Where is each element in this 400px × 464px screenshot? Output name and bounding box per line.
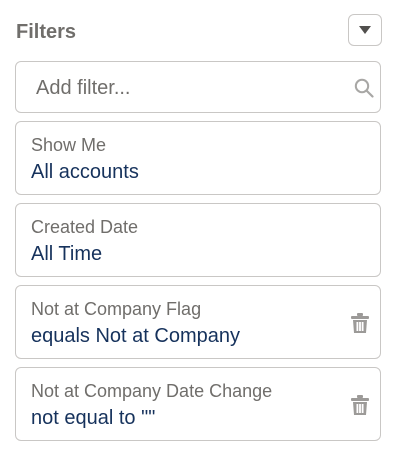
chevron-down-icon [359, 26, 371, 34]
filter-not-at-company-date-change[interactable]: Not at Company Date Change not equal to … [15, 367, 381, 441]
filter-not-at-company-flag[interactable]: Not at Company Flag equals Not at Compan… [15, 285, 381, 359]
filters-panel: Filters Show Me All accounts Created Dat… [0, 0, 400, 464]
filter-value: All accounts [31, 161, 139, 183]
filters-header: Filters [0, 14, 400, 48]
filter-show-me[interactable]: Show Me All accounts [15, 121, 381, 195]
filter-created-date[interactable]: Created Date All Time [15, 203, 381, 277]
filter-label: Not at Company Date Change [31, 381, 273, 401]
trash-icon[interactable] [350, 394, 370, 416]
filter-value: not equal to "" [31, 407, 156, 429]
panel-title: Filters [16, 21, 77, 43]
filter-value: All Time [31, 243, 103, 265]
filter-label: Show Me [31, 135, 107, 155]
search-icon[interactable] [354, 78, 374, 98]
filters-menu-button[interactable] [348, 14, 382, 46]
filter-value: equals Not at Company [31, 325, 241, 347]
add-filter-search[interactable] [15, 61, 381, 113]
filter-label: Created Date [31, 217, 139, 237]
add-filter-input[interactable] [36, 75, 326, 101]
trash-icon[interactable] [350, 312, 370, 334]
filter-label: Not at Company Flag [31, 299, 202, 319]
